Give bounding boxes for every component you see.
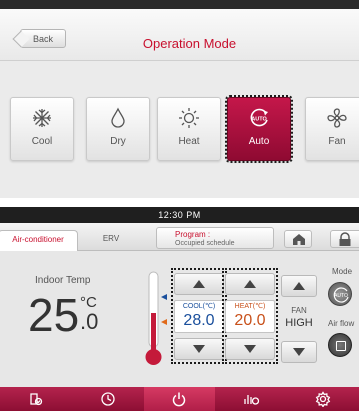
tab-erv[interactable]: ERV [80, 230, 142, 251]
fan-label: FAN [291, 306, 307, 315]
clock-display: 12:30 PM [0, 207, 359, 223]
top-status-strip [0, 0, 359, 9]
tab-air-conditioner[interactable]: Air-conditioner [0, 230, 78, 251]
fan-icon [306, 107, 359, 129]
mode-cool-label: Cool [31, 136, 53, 147]
arrow-down-icon [244, 345, 256, 353]
reservation-icon [30, 393, 43, 406]
home-button[interactable] [284, 230, 312, 248]
heat-value: 20.0 [234, 312, 266, 329]
indoor-temp-decimal: .0 [80, 309, 99, 334]
fan-speed-control: FAN HIGH [281, 275, 317, 365]
heat-setpoint-display: HEAT(℃) 20.0 [225, 300, 275, 333]
mode-heat-label: Heat [178, 136, 200, 147]
lock-icon [339, 232, 351, 246]
mode-dry-button[interactable]: Dry [86, 97, 150, 161]
snowflake-icon [11, 107, 73, 129]
nav-reservation[interactable] [0, 387, 72, 411]
indoor-temp-value: 25 [28, 289, 80, 341]
heat-label: HEAT(℃) [234, 303, 266, 310]
mode-fan-label: Fan [328, 136, 346, 147]
energy-icon [244, 395, 260, 405]
droplet-icon [87, 107, 149, 129]
heat-setpoint-marker-icon [161, 319, 167, 325]
fan-value: HIGH [285, 317, 313, 329]
screen-separator [0, 198, 359, 207]
operation-mode-header: Back Operation Mode [0, 9, 359, 61]
nav-settings[interactable] [287, 387, 359, 411]
main-control-screen: 12:30 PM Air-conditioner ERV Program : O… [0, 207, 359, 411]
lock-button[interactable] [330, 230, 359, 248]
power-icon [173, 392, 186, 407]
sun-icon [158, 107, 220, 129]
mode-label: Mode [332, 267, 353, 276]
thermometer-icon [145, 271, 167, 365]
heat-setpoint-control: HEAT(℃) 20.0 [222, 268, 278, 364]
fan-down-button[interactable] [281, 341, 317, 363]
cool-setpoint-marker-icon [161, 294, 167, 300]
cool-setpoint-control: COOL(℃) 28.0 [171, 268, 227, 364]
mode-auto-button[interactable]: AUTO Auto [225, 95, 293, 163]
program-label: Program : [175, 230, 211, 239]
arrow-up-icon [244, 280, 256, 288]
mode-auto-label: Auto [248, 136, 270, 147]
arrow-up-icon [293, 282, 305, 290]
cool-label: COOL(℃) [182, 303, 216, 310]
page-title: Operation Mode [142, 36, 237, 51]
nav-energy[interactable] [215, 387, 287, 411]
settings-icon [315, 391, 331, 407]
airflow-label: Air flow [328, 319, 355, 328]
arrow-down-icon [193, 345, 205, 353]
operation-mode-screen: Back Operation Mode Cool Dry Heat AUTO A… [0, 0, 359, 198]
mode-cool-button[interactable]: Cool [10, 97, 74, 161]
nav-power[interactable] [143, 387, 216, 411]
mode-auto-round-button[interactable]: AUTO [328, 282, 352, 306]
bottom-nav-bar [0, 387, 359, 411]
svg-text:AUTO: AUTO [251, 117, 267, 123]
fan-up-button[interactable] [281, 275, 317, 297]
cool-up-button[interactable] [174, 273, 224, 295]
cool-down-button[interactable] [174, 338, 224, 360]
heat-down-button[interactable] [225, 338, 275, 360]
clock-icon [101, 392, 115, 406]
heat-up-button[interactable] [225, 273, 275, 295]
home-icon [293, 234, 305, 245]
cool-value: 28.0 [183, 312, 215, 329]
tab-bar: Air-conditioner ERV Program : Occupied s… [0, 223, 359, 251]
mode-heat-button[interactable]: Heat [157, 97, 221, 161]
svg-text:AUTO: AUTO [334, 293, 348, 299]
mode-dry-label: Dry [110, 136, 126, 147]
airflow-button[interactable] [328, 333, 352, 357]
program-value: Occupied schedule [175, 240, 235, 247]
auto-icon: AUTO [333, 287, 349, 303]
nav-schedule[interactable] [72, 387, 144, 411]
arrow-down-icon [293, 348, 305, 356]
program-selector[interactable]: Program : Occupied schedule [156, 227, 274, 249]
auto-icon: AUTO [228, 107, 290, 129]
arrow-up-icon [193, 280, 205, 288]
indoor-temp-label: Indoor Temp [35, 275, 91, 286]
cool-setpoint-display: COOL(℃) 28.0 [174, 300, 224, 333]
mode-fan-button[interactable]: Fan [305, 97, 359, 161]
